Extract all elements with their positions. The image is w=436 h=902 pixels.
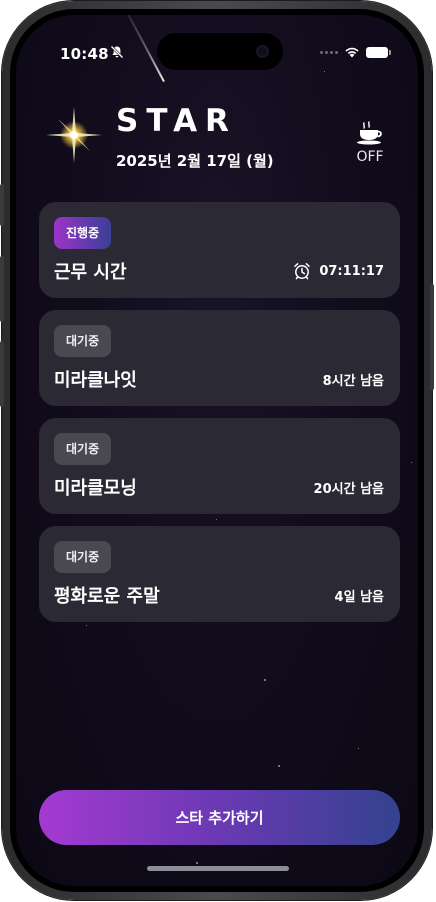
app-title: STAR (116, 103, 237, 139)
star-card[interactable]: 대기중 평화로운 주말 4일 남음 (39, 526, 400, 622)
background-star (264, 679, 266, 681)
star-title: 미라클모닝 (54, 478, 137, 499)
break-mode-label: OFF (356, 149, 384, 165)
alarm-clock-icon (294, 263, 311, 280)
add-star-button[interactable]: 스타 추가하기 (39, 790, 400, 845)
battery-icon (366, 46, 391, 58)
screen-bezel: 10:48 STAR 2025년 2월 17일 (월) OFF 진행중 근무 시… (10, 9, 424, 892)
star-timer: 07:11:17 (293, 262, 384, 280)
star-title: 평화로운 주말 (54, 586, 160, 607)
app-screen: 10:48 STAR 2025년 2월 17일 (월) OFF 진행중 근무 시… (16, 15, 418, 886)
volume-up-button (0, 256, 4, 322)
status-indicators (320, 46, 391, 58)
status-badge: 대기중 (54, 325, 112, 357)
status-badge: 진행중 (54, 217, 112, 249)
front-camera (256, 45, 269, 58)
star-list: 진행중 근무 시간 07:11:17 대기중 미라클나잇 8시간 남음 대기중 … (39, 202, 400, 634)
phone-frame: 10:48 STAR 2025년 2월 17일 (월) OFF 진행중 근무 시… (0, 1, 434, 900)
status-badge: 대기중 (54, 541, 112, 573)
background-star (324, 71, 325, 72)
cellular-signal-icon (320, 50, 338, 54)
remaining-time: 8시간 남음 (323, 370, 384, 389)
status-badge: 대기중 (54, 433, 112, 465)
break-mode-toggle[interactable]: OFF (350, 121, 390, 165)
star-card[interactable]: 진행중 근무 시간 07:11:17 (39, 202, 400, 298)
star-card[interactable]: 대기중 미라클나잇 8시간 남음 (39, 310, 400, 406)
remaining-time: 20시간 남음 (314, 478, 384, 497)
sparkle-star-icon (46, 107, 102, 163)
star-title: 근무 시간 (54, 262, 127, 283)
star-title: 미라클나잇 (54, 370, 137, 391)
status-time: 10:48 (60, 45, 109, 63)
remaining-time-text: 4일 남음 (334, 590, 384, 605)
remaining-time-text: 20시간 남음 (313, 482, 384, 497)
bell-slash-icon (110, 45, 124, 59)
wifi-icon (345, 47, 359, 58)
remaining-time: 4일 남음 (335, 586, 384, 605)
current-date: 2025년 2월 17일 (월) (116, 152, 274, 170)
background-star (411, 462, 412, 463)
background-star (278, 765, 280, 767)
remaining-time-text: 8시간 남음 (322, 374, 384, 389)
home-indicator[interactable] (147, 866, 289, 871)
elapsed-time: 07:11:17 (319, 263, 384, 279)
app-header: STAR 2025년 2월 17일 (월) OFF (44, 103, 390, 173)
star-card[interactable]: 대기중 미라클모닝 20시간 남음 (39, 418, 400, 514)
action-button (0, 184, 4, 226)
power-button (430, 284, 434, 390)
dynamic-island (157, 33, 283, 70)
coffee-cup-icon (357, 121, 382, 145)
volume-down-button (0, 341, 4, 407)
background-star (358, 748, 359, 749)
background-star (196, 862, 198, 864)
